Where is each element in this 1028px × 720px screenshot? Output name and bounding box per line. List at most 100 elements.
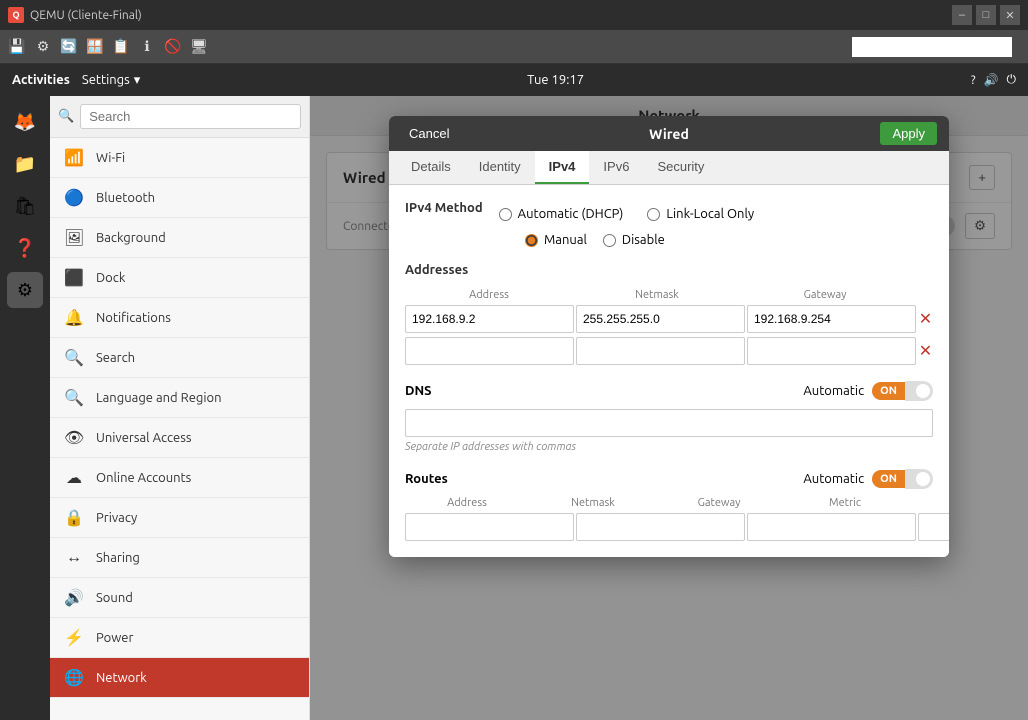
netmask-input-2[interactable] — [576, 337, 745, 365]
remove-address-2-button[interactable]: ✕ — [918, 341, 933, 361]
dns-hint: Separate IP addresses with commas — [405, 441, 933, 453]
route-address-input[interactable] — [405, 513, 574, 541]
sidebar-item-online-accounts[interactable]: ☁ Online Accounts — [50, 458, 309, 498]
routes-col-metric: Metric — [783, 497, 907, 509]
settings-sidebar: 🔍 📶 Wi-Fi 🔵 Bluetooth 🖼 Background ⬛ Doc… — [50, 96, 310, 720]
sidebar-item-label-network: Network — [96, 671, 147, 685]
dns-toggle[interactable]: ON — [872, 381, 933, 401]
method-auto-dhcp[interactable]: Automatic (DHCP) — [499, 207, 624, 221]
apply-button[interactable]: Apply — [880, 122, 937, 145]
sidebar-item-power[interactable]: ⚡ Power — [50, 618, 309, 658]
route-netmask-input[interactable] — [576, 513, 745, 541]
sidebar-search-bar: 🔍 — [50, 96, 309, 138]
gateway-input-1[interactable] — [747, 305, 916, 333]
ipv4-method-section: IPv4 Method Automatic (DHCP) Link-Local … — [405, 201, 933, 247]
settings-app-icon[interactable]: ⚙ — [7, 272, 43, 308]
close-button[interactable]: ✕ — [1000, 5, 1020, 25]
background-icon: 🖼 — [64, 228, 84, 247]
tab-identity[interactable]: Identity — [465, 151, 535, 184]
dns-header: DNS Automatic ON — [405, 381, 933, 401]
sidebar-search-input[interactable] — [80, 104, 301, 129]
cancel-button[interactable]: Cancel — [401, 122, 457, 145]
sidebar-item-notifications[interactable]: 🔔 Notifications — [50, 298, 309, 338]
toolbar-icon-4[interactable]: 🪟 — [84, 36, 106, 58]
route-metric-input[interactable] — [918, 513, 949, 541]
activities-button[interactable]: Activities — [12, 73, 70, 87]
routes-col-netmask: Netmask — [531, 497, 655, 509]
gateway-input-2[interactable] — [747, 337, 916, 365]
tab-details[interactable]: Details — [397, 151, 465, 184]
routes-toggle-slider[interactable] — [905, 469, 933, 489]
routes-col-headers: Address Netmask Gateway Metric — [405, 497, 933, 509]
toolbar-icon-2[interactable]: ⚙ — [32, 36, 54, 58]
sidebar-item-privacy[interactable]: 🔒 Privacy — [50, 498, 309, 538]
routes-auto-row: Automatic ON — [803, 469, 933, 489]
volume-icon[interactable]: 🔊 — [984, 73, 999, 87]
power-icon[interactable]: ⏻ — [1007, 73, 1017, 87]
sidebar-item-label-notifications: Notifications — [96, 311, 171, 325]
toolbar-icon-3[interactable]: 🔄 — [58, 36, 80, 58]
toolbar-icon-7[interactable]: 🚫 — [162, 36, 184, 58]
address-input-1[interactable] — [405, 305, 574, 333]
modal-body: IPv4 Method Automatic (DHCP) Link-Local … — [389, 185, 949, 557]
method-link-local-radio[interactable] — [647, 208, 660, 221]
sidebar-item-background[interactable]: 🖼 Background — [50, 218, 309, 258]
route-gateway-input[interactable] — [747, 513, 916, 541]
language-icon: 🔍 — [64, 388, 84, 407]
toolbar-icon-5[interactable]: 📋 — [110, 36, 132, 58]
tab-security[interactable]: Security — [643, 151, 718, 184]
settings-menu[interactable]: Settings ▾ — [82, 73, 140, 88]
dock-icon: ⬛ — [64, 268, 84, 287]
toolbar-icon-6[interactable]: ℹ — [136, 36, 158, 58]
routes-toggle[interactable]: ON — [872, 469, 933, 489]
status-icons: ? 🔊 ⏻ — [971, 73, 1016, 87]
toolbar-icon-1[interactable]: 💾 — [6, 36, 28, 58]
netmask-input-1[interactable] — [576, 305, 745, 333]
software-icon[interactable]: 🛍 — [7, 188, 43, 224]
content-area: Network Wired + Connected ON ⚙ — [310, 96, 1028, 720]
method-manual[interactable]: Manual — [525, 233, 587, 247]
address-row-2: ✕ — [405, 337, 933, 365]
routes-input-row: ✕ — [405, 513, 933, 541]
sidebar-item-dock[interactable]: ⬛ Dock — [50, 258, 309, 298]
minimize-button[interactable]: – — [952, 5, 972, 25]
help-icon[interactable]: ? — [971, 74, 976, 87]
sidebar-item-network[interactable]: 🌐 Network — [50, 658, 309, 698]
sidebar-item-wifi[interactable]: 📶 Wi-Fi — [50, 138, 309, 178]
ipv4-method-label: IPv4 Method — [405, 201, 483, 215]
firefox-icon[interactable]: 🦊 — [7, 104, 43, 140]
search-magnifier-icon: 🔍 — [58, 109, 74, 124]
method-link-local[interactable]: Link-Local Only — [647, 207, 754, 221]
sidebar-item-universal[interactable]: 👁 Universal Access — [50, 418, 309, 458]
toolbar-icon-8[interactable]: 🖥 — [188, 36, 210, 58]
address-input-2[interactable] — [405, 337, 574, 365]
vm-search-input[interactable] — [852, 37, 1012, 57]
tab-ipv6[interactable]: IPv6 — [589, 151, 643, 184]
method-link-local-label: Link-Local Only — [666, 207, 754, 221]
sidebar-item-search[interactable]: 🔍 Search — [50, 338, 309, 378]
dns-toggle-slider[interactable] — [905, 381, 933, 401]
tab-ipv4[interactable]: IPv4 — [535, 151, 590, 184]
method-disable[interactable]: Disable — [603, 233, 665, 247]
routes-auto-label: Automatic — [803, 472, 864, 486]
sidebar-item-sound[interactable]: 🔊 Sound — [50, 578, 309, 618]
modal-tabs: Details Identity IPv4 IPv6 Security — [389, 151, 949, 185]
help-app-icon[interactable]: ❓ — [7, 230, 43, 266]
vm-search-bar — [224, 37, 1012, 57]
method-auto-dhcp-radio[interactable] — [499, 208, 512, 221]
window-controls: – □ ✕ — [952, 5, 1020, 25]
dns-input[interactable] — [405, 409, 933, 437]
method-manual-radio[interactable] — [525, 234, 538, 247]
maximize-button[interactable]: □ — [976, 5, 996, 25]
sidebar-item-language[interactable]: 🔍 Language and Region — [50, 378, 309, 418]
dns-toggle-on-label: ON — [872, 382, 905, 400]
method-disable-radio[interactable] — [603, 234, 616, 247]
sidebar-item-bluetooth[interactable]: 🔵 Bluetooth — [50, 178, 309, 218]
remove-address-1-button[interactable]: ✕ — [918, 309, 933, 329]
settings-menu-label: Settings — [82, 73, 130, 87]
routes-section: Routes Automatic ON Address N — [405, 469, 933, 541]
sidebar-item-label-online-accounts: Online Accounts — [96, 471, 191, 485]
sidebar-item-sharing[interactable]: ↔ Sharing — [50, 538, 309, 578]
routes-header: Routes Automatic ON — [405, 469, 933, 489]
files-icon[interactable]: 📁 — [7, 146, 43, 182]
